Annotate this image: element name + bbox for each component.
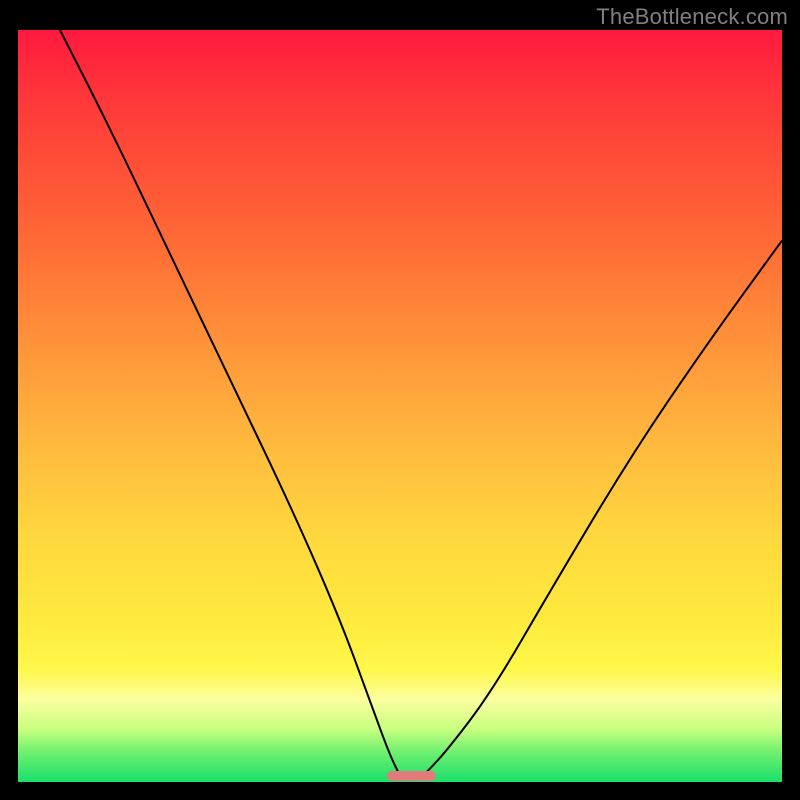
plot-area	[18, 30, 782, 782]
curve-svg	[18, 30, 782, 782]
curve-right-path	[423, 241, 782, 776]
bottleneck-marker	[387, 771, 437, 781]
chart-frame: TheBottleneck.com	[0, 0, 800, 800]
watermark-text: TheBottleneck.com	[596, 4, 788, 30]
curve-left-path	[60, 30, 400, 776]
